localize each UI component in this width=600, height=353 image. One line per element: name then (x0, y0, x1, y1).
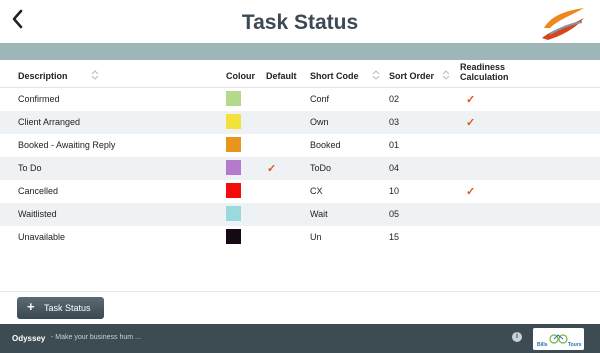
cell-description: To Do (18, 163, 42, 173)
sort-icon[interactable] (442, 69, 450, 81)
header-band (0, 43, 600, 60)
footer: Odyssey - Make your business hum ... i B… (0, 324, 600, 353)
readiness-check-icon: ✓ (466, 186, 476, 198)
cell-short-code: ToDo (310, 163, 332, 173)
column-header-colour: Colour (226, 71, 255, 81)
column-header-default: Default (266, 71, 297, 81)
add-task-status-label: Task Status (44, 303, 91, 313)
cell-sort-order: 04 (389, 163, 400, 173)
add-task-status-button[interactable]: + Task Status (17, 297, 104, 319)
table-row[interactable]: Waitlisted Wait 05 (0, 203, 600, 226)
sort-icon[interactable] (372, 69, 380, 81)
cell-sort-order: 10 (389, 186, 400, 196)
colour-swatch (226, 160, 241, 175)
cell-short-code: Booked (310, 140, 341, 150)
cell-short-code: CX (310, 186, 323, 196)
column-header-sort-order[interactable]: Sort Order (389, 71, 434, 81)
table-row[interactable]: To Do ✓ ToDo 04 (0, 157, 600, 180)
partner-logo: Bills Tours (533, 328, 584, 350)
cell-sort-order: 01 (389, 140, 400, 150)
column-header-readiness-line2: Calculation (460, 72, 509, 82)
column-header-readiness: Readiness Calculation (460, 62, 509, 82)
cell-short-code: Wait (310, 209, 328, 219)
task-status-table: Description Colour Default Short Code So… (0, 60, 600, 249)
cell-description: Waitlisted (18, 209, 57, 219)
readiness-check-icon: ✓ (466, 117, 476, 129)
column-header-readiness-line1: Readiness (460, 62, 506, 72)
company-logo (542, 8, 584, 40)
cell-description: Cancelled (18, 186, 59, 196)
plus-icon: + (27, 299, 35, 314)
readiness-check-icon: ✓ (466, 94, 476, 106)
table-row[interactable]: Cancelled CX 10 ✓ (0, 180, 600, 203)
colour-swatch (226, 91, 241, 106)
colour-swatch (226, 229, 241, 244)
cell-description: Client Arranged (18, 117, 81, 127)
table-row[interactable]: Booked - Awaiting Reply Booked 01 (0, 134, 600, 157)
divider (0, 291, 600, 292)
cell-sort-order: 05 (389, 209, 400, 219)
cell-short-code: Un (310, 232, 322, 242)
footer-tagline: - Make your business hum ... (51, 334, 141, 341)
column-header-short-code[interactable]: Short Code (310, 71, 359, 81)
cell-sort-order: 03 (389, 117, 400, 127)
cell-short-code: Own (310, 117, 329, 127)
cell-sort-order: 15 (389, 232, 400, 242)
cell-sort-order: 02 (389, 94, 400, 104)
info-icon[interactable]: i (512, 332, 522, 342)
footer-brand: Odyssey (12, 334, 46, 343)
header: Task Status (0, 0, 600, 43)
cell-short-code: Conf (310, 94, 330, 104)
column-header-description[interactable]: Description (18, 71, 68, 81)
table-body: Confirmed Conf 02 ✓ Client Arranged Own 03 ✓ Boo… (0, 88, 600, 249)
colour-swatch (226, 206, 241, 221)
table-row[interactable]: Confirmed Conf 02 ✓ (0, 88, 600, 111)
cell-description: Booked - Awaiting Reply (18, 140, 116, 150)
sort-icon[interactable] (91, 69, 99, 81)
table-row[interactable]: Unavailable Un 15 (0, 226, 600, 249)
svg-text:Tours: Tours (568, 342, 582, 348)
svg-text:Bills: Bills (537, 342, 548, 348)
colour-swatch (226, 114, 241, 129)
colour-swatch (226, 137, 241, 152)
table-row[interactable]: Client Arranged Own 03 ✓ (0, 111, 600, 134)
table-header: Description Colour Default Short Code So… (0, 60, 600, 88)
default-check-icon: ✓ (267, 163, 277, 175)
colour-swatch (226, 183, 241, 198)
cell-description: Unavailable (18, 232, 66, 242)
page-title: Task Status (241, 11, 359, 34)
cell-description: Confirmed (18, 94, 60, 104)
